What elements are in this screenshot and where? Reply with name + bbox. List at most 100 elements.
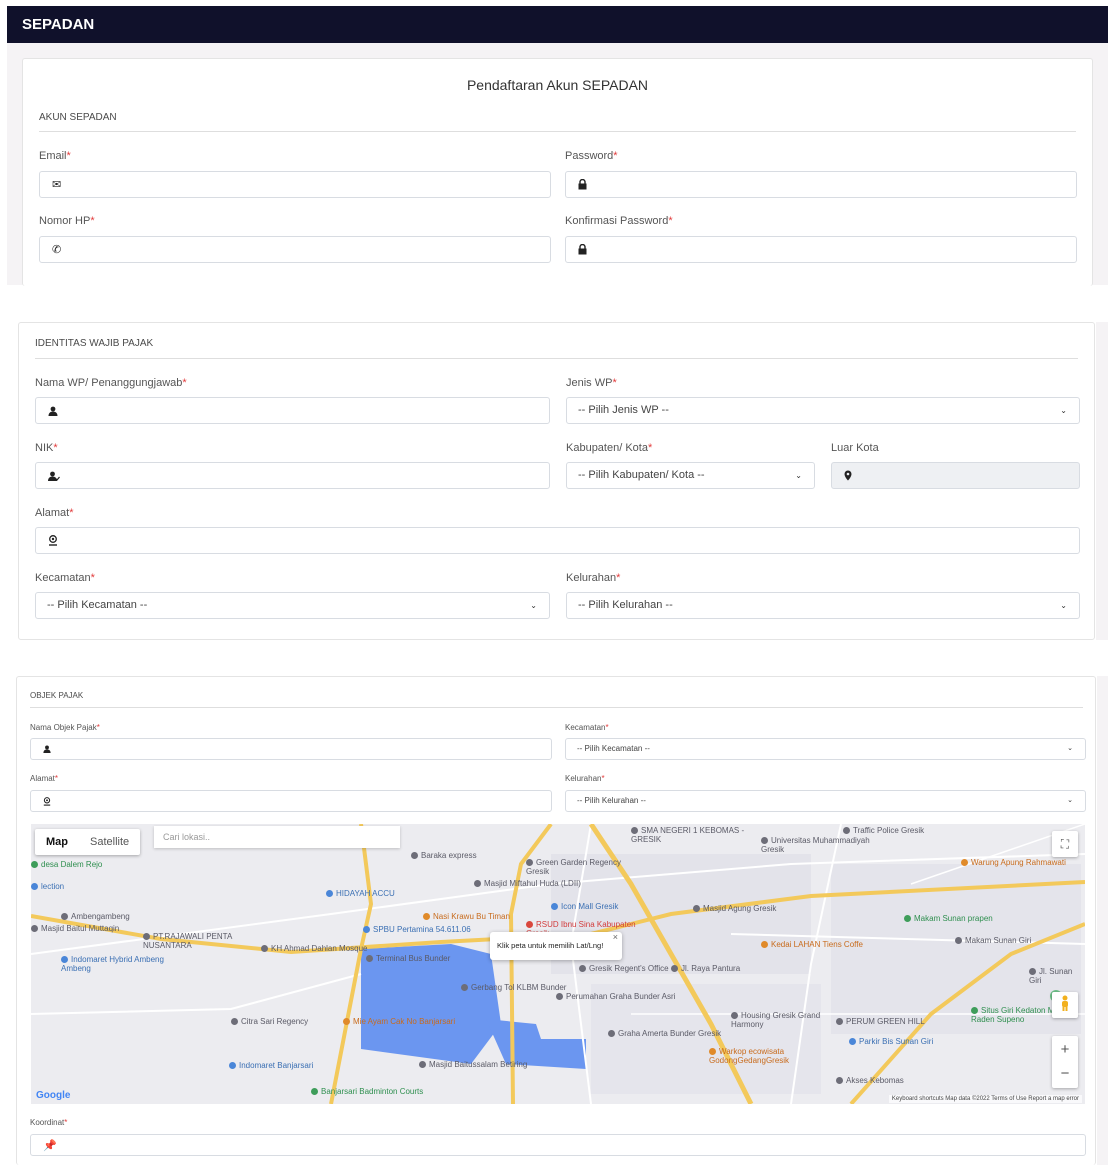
map-place-label[interactable]: desa Dalem Rejo [31, 860, 102, 869]
place-marker-icon [843, 827, 850, 835]
nik-label-text: NIK [35, 442, 54, 454]
street-view-button[interactable] [1052, 992, 1078, 1018]
place-marker-icon [961, 859, 968, 867]
map-place-label[interactable]: Perumahan Graha Bunder Asri [556, 992, 675, 1001]
phone-label: Nomor HP* [39, 215, 95, 227]
map-place-label[interactable]: Makam Sunan prapen [904, 914, 993, 923]
map-place-label[interactable]: Nasi Krawu Bu Timan [423, 912, 510, 921]
place-marker-icon [326, 890, 333, 898]
map-place-label[interactable]: Gerbang Tol KLBM Bunder [461, 983, 566, 992]
objek-kecamatan-select[interactable]: -- Pilih Kecamatan -- ⌄ [565, 738, 1086, 760]
required-mark: * [616, 572, 621, 584]
phone-field[interactable]: ✆ [39, 236, 551, 263]
nama-objek-field[interactable] [30, 738, 552, 760]
map-tooltip: Klik peta untuk memilih Lat/Lng! × [490, 932, 622, 960]
objek-kecamatan-label-text: Kecamatan [565, 723, 606, 732]
required-mark: * [601, 774, 605, 783]
map-place-label[interactable]: Masjid Baitussalam Betiring [419, 1060, 527, 1069]
fullscreen-button[interactable]: ⛶ [1052, 831, 1078, 857]
map-place-label[interactable]: Graha Amerta Bunder Gresik [608, 1029, 721, 1038]
email-field[interactable]: ✉ [39, 171, 551, 198]
lock-icon [578, 172, 587, 197]
required-mark: * [69, 507, 74, 519]
map-place-label[interactable]: Green Garden Regency Gresik [526, 858, 646, 876]
confirm-password-label: Konfirmasi Password* [565, 215, 673, 227]
map-place-label[interactable]: Parkir Bis Sunan Giri [849, 1037, 933, 1046]
map-place-label[interactable]: Mie Ayam Cak No Banjarsari [343, 1017, 455, 1026]
phone-label-text: Nomor HP [39, 215, 91, 227]
map-place-label[interactable]: HIDAYAH ACCU [326, 889, 395, 898]
jenis-wp-select[interactable]: -- Pilih Jenis WP -- ⌄ [566, 397, 1080, 424]
map-type-satellite-button[interactable]: Satellite [79, 829, 140, 855]
map-place-label[interactable]: Akses Kebomas [836, 1076, 904, 1085]
place-marker-icon [631, 827, 638, 835]
map-place-label[interactable]: Indomaret Hybrid Ambeng Ambeng [61, 955, 181, 973]
zoom-in-button[interactable]: + [1061, 1038, 1070, 1062]
map-place-label[interactable]: Indomaret Banjarsari [229, 1061, 313, 1070]
map-place-label[interactable]: Banjarsari Badminton Courts [311, 1087, 423, 1096]
zoom-out-button[interactable]: − [1061, 1062, 1070, 1086]
objek-kelurahan-select[interactable]: -- Pilih Kelurahan -- ⌄ [565, 790, 1086, 812]
map-place-label[interactable]: Terminal Bus Bunder [366, 954, 450, 963]
map-place-label[interactable]: Ambengambeng [61, 912, 130, 921]
place-marker-icon [343, 1018, 350, 1026]
required-mark: * [182, 377, 187, 389]
map-place-label[interactable]: Kedai LAHAN Tiens Coffe [761, 940, 863, 949]
map-place-label[interactable]: Makam Sunan Giri [955, 936, 1031, 945]
alamat-label: Alamat* [35, 507, 74, 519]
map-place-label[interactable]: Jl. Sunan Giri [1029, 967, 1085, 985]
objek-kelurahan-label-text: Kelurahan [565, 774, 602, 783]
map-place-label[interactable]: Citra Sari Regency [231, 1017, 308, 1026]
map-place-label[interactable]: lection [31, 882, 64, 891]
kecamatan-select[interactable]: -- Pilih Kecamatan -- ⌄ [35, 592, 550, 619]
map-footer[interactable]: Keyboard shortcuts Map data ©2022 Terms … [888, 1095, 1082, 1103]
chevron-down-icon: ⌄ [1060, 406, 1067, 415]
kelurahan-select[interactable]: -- Pilih Kelurahan -- ⌄ [566, 592, 1080, 619]
map-place-label[interactable]: Icon Mall Gresik [551, 902, 618, 911]
brand-logo[interactable]: SEPADAN [22, 16, 94, 33]
map-place-label[interactable]: Gresik Regent's Office [579, 964, 669, 973]
alamat-field[interactable] [35, 527, 1080, 554]
chevron-down-icon: ⌄ [1060, 601, 1067, 610]
map-place-label[interactable]: Jl. Raya Pantura [671, 964, 740, 973]
place-marker-icon [363, 926, 370, 934]
close-icon[interactable]: × [613, 923, 618, 951]
place-marker-icon [461, 984, 468, 992]
map-place-label[interactable]: PERUM GREEN HILL [836, 1017, 925, 1026]
map-place-label[interactable]: Masjid Miftahul Huda (LDII) [474, 879, 581, 888]
objek-kelurahan-value: -- Pilih Kelurahan -- [577, 796, 646, 805]
map-place-label[interactable]: Warung Apung Rahmawati [961, 858, 1066, 867]
map-place-label[interactable]: Baraka express [411, 851, 477, 860]
map-place-label[interactable]: Masjid Agung Gresik [693, 904, 776, 913]
place-marker-icon [411, 852, 418, 860]
pin-icon: 📌 [43, 1139, 57, 1152]
map-place-label[interactable]: Universitas Muhammadiyah Gresik [761, 836, 881, 854]
nama-wp-field[interactable] [35, 397, 550, 424]
location-icon [48, 528, 58, 553]
koordinat-label: Koordinat* [30, 1118, 67, 1127]
kecamatan-label-text: Kecamatan [35, 572, 91, 584]
user-icon [48, 398, 58, 423]
place-marker-icon [526, 921, 533, 929]
map-place-label[interactable]: Traffic Police Gresik [843, 826, 924, 835]
objek-alamat-field[interactable] [30, 790, 552, 812]
nik-field[interactable] [35, 462, 550, 489]
confirm-password-field[interactable] [565, 236, 1077, 263]
place-marker-icon [761, 941, 768, 949]
map-search-input[interactable]: Cari lokasi.. [154, 826, 400, 848]
map-place-label[interactable]: SMA NEGERI 1 KEBOMAS - GRESIK [631, 826, 751, 844]
envelope-icon: ✉ [52, 179, 62, 191]
map-place-label[interactable]: PT.RAJAWALI PENTA NUSANTARA [143, 932, 263, 950]
page-background [1097, 676, 1108, 1165]
map-type-map-button[interactable]: Map [35, 829, 79, 855]
map-place-label[interactable]: Warkop ecowisata GodongGedangGresik [709, 1047, 829, 1065]
map-place-label[interactable]: Housing Gresik Grand Harmony [731, 1011, 851, 1029]
password-field[interactable] [565, 171, 1077, 198]
map-place-label[interactable]: Masjid Baitul Muttaqin [31, 924, 119, 933]
objek-kecamatan-label: Kecamatan* [565, 723, 609, 732]
koordinat-field[interactable]: 📌 [30, 1134, 1086, 1156]
map-place-label[interactable]: KH Ahmad Dahlan Mosque [261, 944, 368, 953]
map-place-label[interactable]: SPBU Pertamina 54.611.06 [363, 925, 471, 934]
location-map[interactable]: Map Satellite Cari lokasi.. SMA NEGERI 1… [31, 824, 1085, 1104]
kabupaten-select[interactable]: -- Pilih Kabupaten/ Kota -- ⌄ [566, 462, 815, 489]
